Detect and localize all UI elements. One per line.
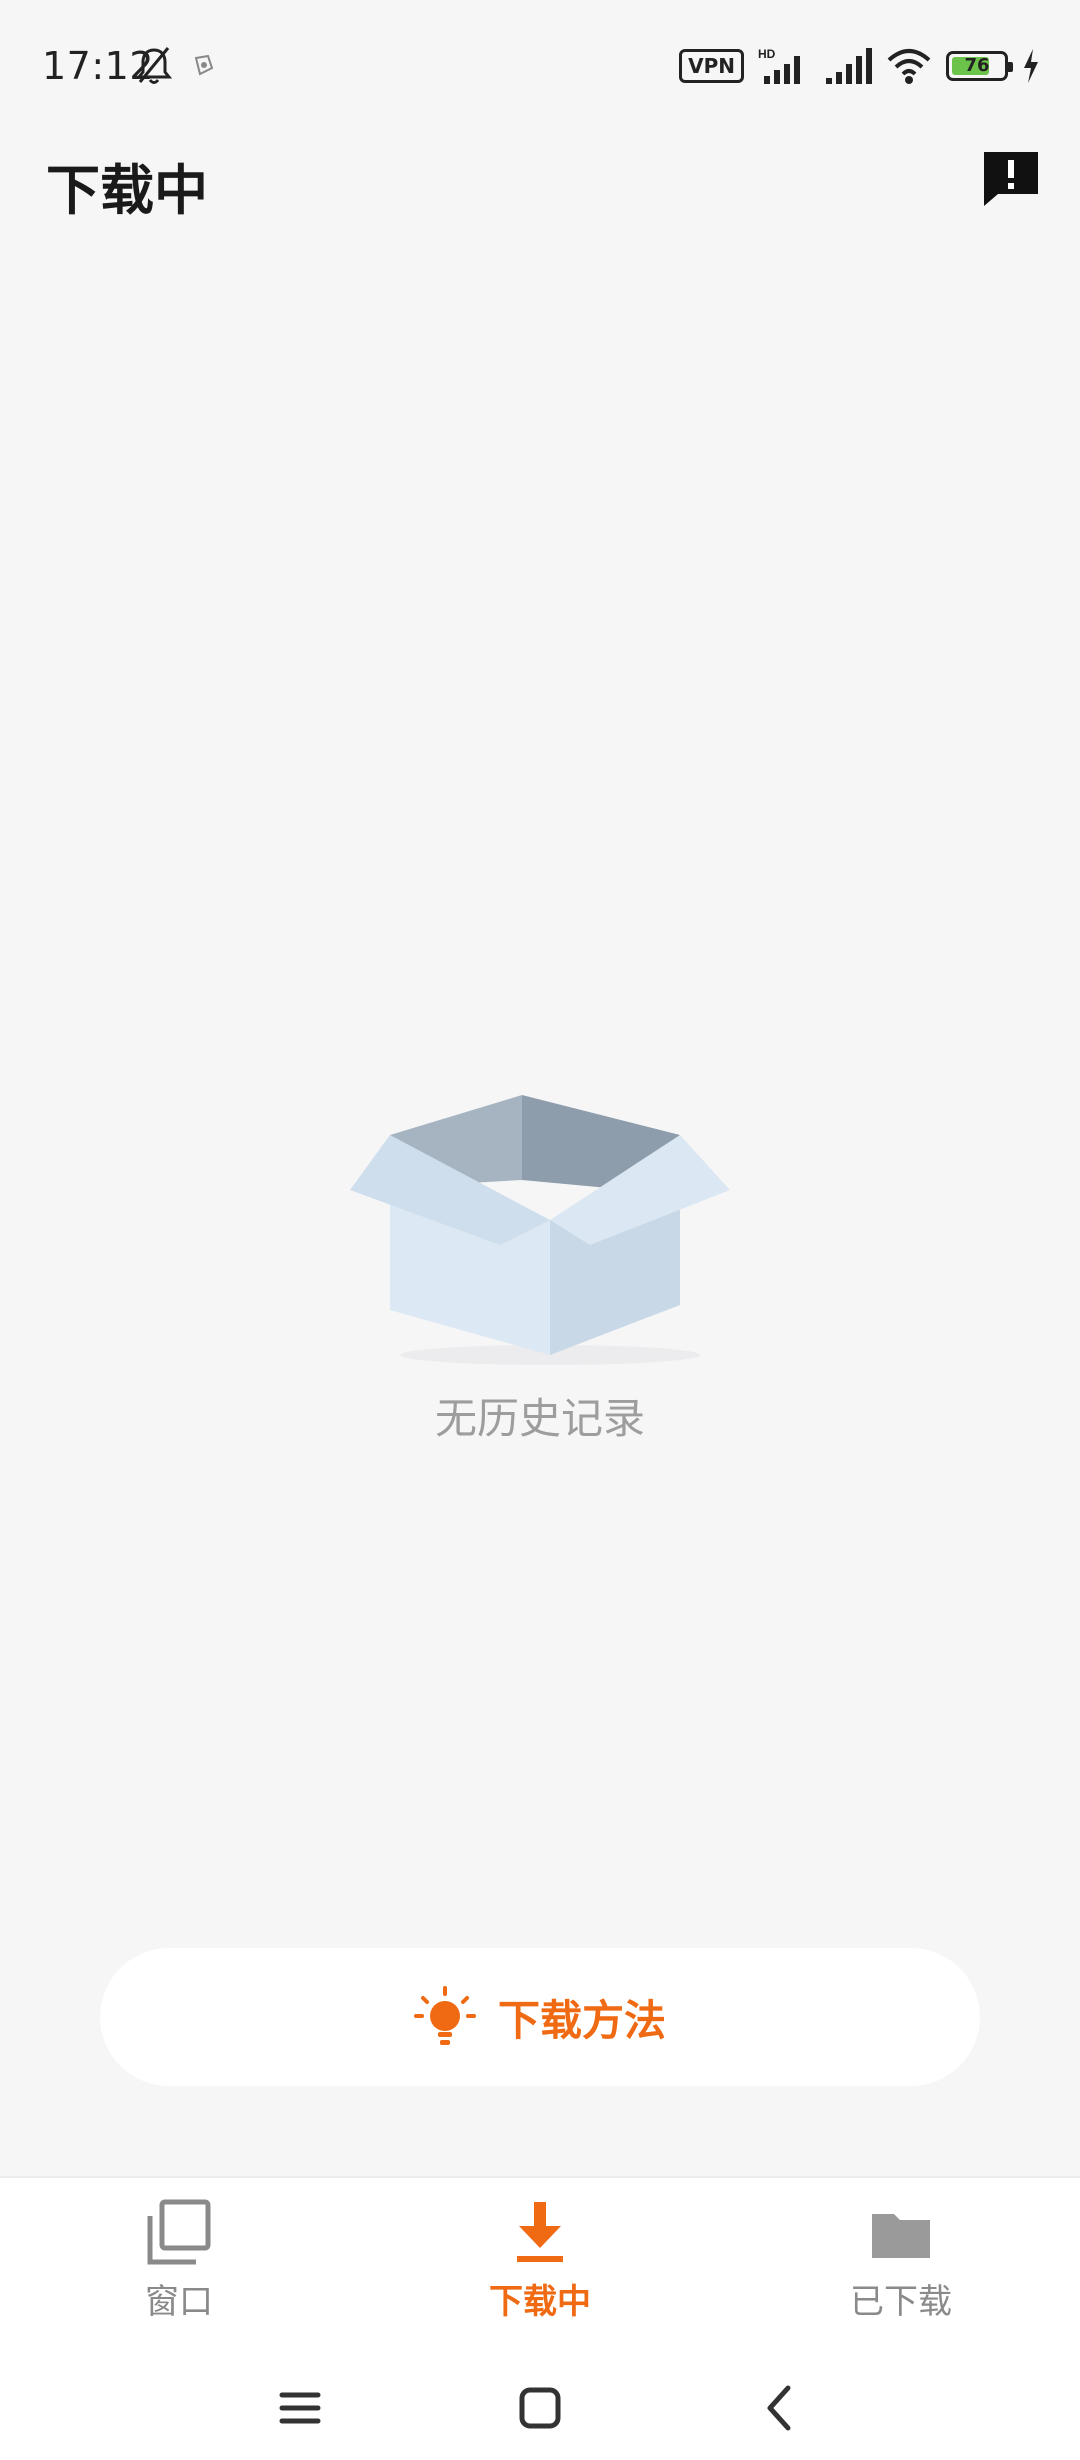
system-navigation-bar bbox=[0, 2356, 1080, 2460]
vpn-badge: VPN bbox=[679, 49, 744, 83]
nav-tab-windows[interactable]: 窗口 bbox=[59, 2198, 299, 2323]
nav-tab-downloaded[interactable]: 已下载 bbox=[781, 2198, 1021, 2323]
page-title: 下载中 bbox=[46, 159, 208, 222]
signal-icon bbox=[826, 48, 872, 84]
folder-icon bbox=[872, 2214, 930, 2258]
menu-icon[interactable] bbox=[270, 2378, 330, 2438]
hd-signal-icon: HD bbox=[758, 47, 800, 84]
download-icon bbox=[517, 2202, 563, 2262]
charging-icon bbox=[1024, 49, 1038, 83]
battery-indicator: 76 bbox=[946, 51, 1013, 81]
empty-state-message: 无历史记录 bbox=[434, 1394, 645, 1443]
back-icon[interactable] bbox=[750, 2378, 810, 2438]
app-notification-icon bbox=[194, 54, 214, 76]
feedback-exclamation-icon bbox=[984, 152, 1038, 206]
nav-label: 下载中 bbox=[489, 2282, 591, 2322]
status-bar: 17:12 VPN HD 76 bbox=[0, 0, 1080, 140]
empty-box-icon bbox=[350, 1095, 730, 1365]
bell-off-icon bbox=[136, 47, 172, 84]
nav-label: 已下载 bbox=[850, 2282, 952, 2322]
nav-label: 窗口 bbox=[145, 2282, 213, 2322]
nav-tab-downloading[interactable]: 下载中 bbox=[420, 2198, 660, 2323]
hd-label: HD bbox=[758, 47, 776, 61]
windows-icon bbox=[147, 2199, 211, 2265]
download-method-label: 下载方法 bbox=[497, 1995, 666, 2045]
bottom-navigation: 窗口 下载中 已下载 bbox=[0, 2176, 1080, 2358]
wifi-icon bbox=[887, 49, 931, 84]
home-icon[interactable] bbox=[510, 2378, 570, 2438]
feedback-button[interactable] bbox=[980, 148, 1042, 210]
battery-level: 76 bbox=[964, 55, 990, 76]
lightbulb-icon bbox=[413, 1986, 476, 2045]
download-method-button[interactable]: 下载方法 bbox=[100, 1948, 980, 2086]
